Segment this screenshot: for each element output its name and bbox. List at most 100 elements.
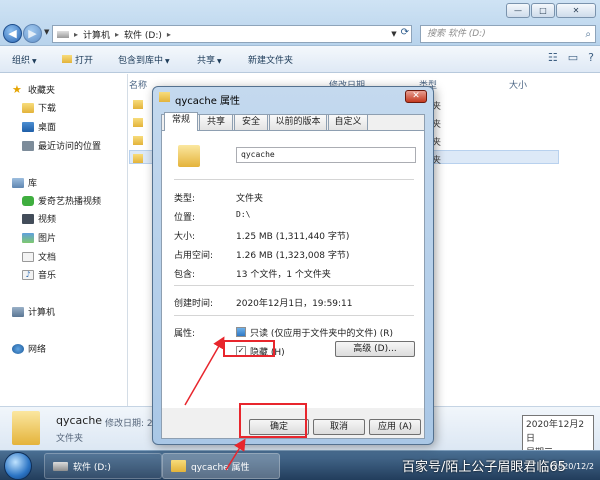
nav-music[interactable]: ♪ 音乐	[22, 268, 56, 281]
video-icon	[22, 213, 34, 224]
address-dropdown-icon[interactable]: ▼	[391, 27, 396, 41]
help-icon[interactable]: ?	[588, 51, 594, 64]
attributes-label: 属性:	[174, 329, 196, 339]
nav-desktop[interactable]: 桌面	[22, 120, 56, 133]
nav-downloads[interactable]: 下载	[22, 101, 56, 114]
created-label: 创建时间:	[174, 299, 214, 309]
tab-general[interactable]: 常规	[164, 112, 198, 131]
refresh-icon[interactable]: ⟳	[401, 27, 409, 41]
size-on-disk-label: 占用空间:	[174, 251, 214, 261]
nav-label: 视频	[38, 215, 57, 225]
share-label: 共享	[197, 56, 216, 66]
organize-menu[interactable]: 组织 ▼	[12, 53, 37, 66]
advanced-button[interactable]: 高级 (D)...	[335, 341, 415, 357]
new-folder-button[interactable]: 新建文件夹	[248, 53, 293, 66]
tab-sharing[interactable]: 共享	[199, 114, 233, 130]
computer-icon	[12, 306, 24, 317]
nav-label: 图片	[38, 234, 57, 244]
size-on-disk-value: 1.26 MB (1,323,008 字节)	[236, 251, 350, 261]
preview-pane-icon[interactable]: ▭	[568, 51, 578, 64]
close-button[interactable]: ✕	[556, 3, 596, 18]
folder-icon	[178, 145, 200, 167]
open-icon	[62, 55, 72, 63]
desktop-icon	[22, 121, 34, 132]
readonly-checkbox[interactable]	[236, 327, 246, 337]
folder-icon[interactable]	[133, 100, 143, 109]
maximize-button[interactable]: □	[531, 3, 555, 18]
tab-security[interactable]: 安全	[234, 114, 268, 130]
tab-previous-versions[interactable]: 以前的版本	[269, 114, 327, 130]
nav-computer[interactable]: 计算机	[12, 305, 55, 318]
view-controls: ☷ ▭ ?	[548, 51, 594, 64]
cancel-button[interactable]: 取消	[313, 419, 365, 435]
created-value: 2020年12月1日，19:59:11	[236, 299, 353, 309]
picture-icon	[22, 232, 34, 243]
folder-icon[interactable]	[133, 118, 143, 127]
taskbar-item-label: 软件 (D:)	[73, 462, 111, 473]
drive-icon	[53, 461, 68, 471]
nav-pictures[interactable]: 图片	[22, 231, 56, 244]
column-name[interactable]: 名称	[129, 78, 147, 91]
folder-icon	[12, 411, 40, 445]
search-placeholder: 搜索 软件 (D:)	[427, 29, 486, 39]
details-name: qycache	[56, 414, 103, 427]
forward-button[interactable]: ▶	[23, 24, 42, 43]
dialog-body: 常规 共享 安全 以前的版本 自定义 qycache 类型: 文件夹 位置: D…	[161, 112, 425, 439]
tab-customize[interactable]: 自定义	[328, 114, 368, 130]
address-computer[interactable]: 计算机	[83, 28, 110, 41]
taskbar-item-properties[interactable]: qycache 属性	[162, 453, 280, 479]
nav-label: 收藏夹	[28, 86, 56, 96]
view-options-icon[interactable]: ☷	[548, 51, 558, 64]
contains-label: 包含:	[174, 270, 196, 280]
dialog-close-button[interactable]: ✕	[405, 90, 427, 103]
divider	[174, 285, 414, 286]
open-label: 打开	[75, 56, 94, 66]
minimize-button[interactable]: —	[506, 3, 530, 18]
nav-label: 桌面	[38, 123, 57, 133]
nav-iqiyi[interactable]: 爱奇艺热播视频	[22, 194, 101, 207]
size-label: 大小:	[174, 232, 196, 242]
nav-documents[interactable]: 文档	[22, 250, 56, 263]
nav-label: 音乐	[38, 271, 57, 281]
window-controls: — □ ✕	[506, 3, 596, 18]
watermark-text: 百家号/陌上公子眉眼君临65	[402, 460, 566, 475]
folder-icon[interactable]	[133, 154, 143, 163]
nav-favorites[interactable]: ★ 收藏夹	[12, 83, 55, 96]
details-type: 文件夹	[56, 434, 84, 444]
search-input[interactable]: 搜索 软件 (D:) ⌕	[420, 25, 596, 43]
folder-icon[interactable]	[133, 136, 143, 145]
search-icon[interactable]: ⌕	[585, 27, 591, 43]
tooltip-date: 2020年12月2日	[526, 420, 585, 444]
folder-name-input[interactable]: qycache	[236, 147, 416, 163]
address-bar[interactable]: ▸ 计算机 ▸ 软件 (D:) ▸ ▼ ⟳	[52, 25, 412, 43]
location-value: D:\	[236, 210, 251, 219]
star-icon: ★	[12, 82, 22, 96]
contains-value: 13 个文件，1 个文件夹	[236, 270, 331, 280]
share-menu[interactable]: 共享 ▼	[197, 53, 222, 66]
folder-icon	[171, 460, 186, 472]
nav-label: 下载	[38, 104, 57, 114]
nav-videos[interactable]: 视频	[22, 212, 56, 225]
folder-icon	[22, 102, 34, 113]
start-button[interactable]	[4, 452, 32, 480]
open-button[interactable]: 打开	[62, 53, 93, 66]
apply-button[interactable]: 应用 (A)	[369, 419, 421, 435]
nav-recent[interactable]: 最近访问的位置	[22, 139, 101, 152]
taskbar-item-label: qycache 属性	[191, 462, 250, 473]
readonly-label: 只读 (仅应用于文件夹中的文件) (R)	[250, 329, 394, 339]
chevron-right-icon: ▸	[74, 29, 79, 39]
address-drive[interactable]: 软件 (D:)	[124, 28, 162, 41]
nav-network[interactable]: 网络	[12, 342, 46, 355]
column-size[interactable]: 大小	[509, 78, 527, 91]
type-value: 文件夹	[236, 194, 264, 204]
taskbar-item-explorer[interactable]: 软件 (D:)	[44, 453, 162, 479]
iqiyi-icon	[22, 195, 34, 206]
history-dropdown-icon[interactable]: ▼	[44, 28, 49, 36]
properties-dialog: qycache 属性 ✕ 常规 共享 安全 以前的版本 自定义 qycache …	[152, 86, 434, 445]
drive-icon	[57, 30, 69, 38]
nav-libraries[interactable]: 库	[12, 176, 37, 189]
chevron-down-icon: ▼	[165, 58, 170, 65]
address-actions: ▼ ⟳	[391, 27, 409, 41]
include-library-menu[interactable]: 包含到库中 ▼	[118, 53, 170, 66]
back-button[interactable]: ◀	[3, 24, 22, 43]
